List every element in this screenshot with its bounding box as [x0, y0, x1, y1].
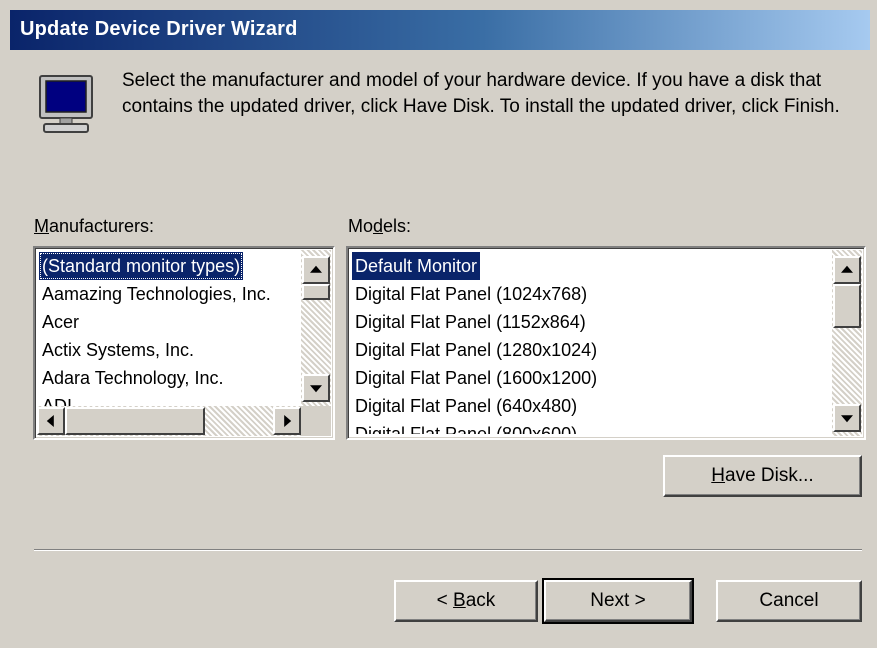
scroll-thumb[interactable]	[833, 284, 861, 328]
manufacturer-item[interactable]: Aamazing Technologies, Inc.	[39, 280, 301, 308]
model-item[interactable]: Digital Flat Panel (1280x1024)	[352, 336, 828, 364]
model-item[interactable]: Default Monitor	[352, 252, 481, 280]
arrow-left-icon	[46, 415, 54, 427]
models-list[interactable]: Default Monitor Digital Flat Panel (1024…	[346, 246, 866, 440]
scrollbar-corner	[301, 406, 331, 436]
title-bar[interactable]: Update Device Driver Wizard	[10, 10, 870, 50]
scroll-up-button[interactable]	[302, 256, 330, 284]
separator	[34, 549, 862, 551]
manufacturer-item[interactable]: (Standard monitor types)	[39, 252, 244, 280]
models-vscrollbar[interactable]	[832, 250, 862, 436]
scroll-thumb[interactable]	[65, 407, 205, 435]
manufacturers-label: Manufacturers:	[34, 216, 155, 236]
model-item[interactable]: Digital Flat Panel (640x480)	[352, 392, 828, 420]
manufacturers-list[interactable]: (Standard monitor types) Aamazing Techno…	[33, 246, 335, 440]
arrow-right-icon	[284, 415, 292, 427]
scroll-down-button[interactable]	[302, 374, 330, 402]
model-item[interactable]: Digital Flat Panel (800x600)	[352, 420, 828, 434]
models-label: Models:	[348, 216, 412, 236]
instructions-text: Select the manufacturer and model of you…	[122, 70, 840, 117]
cancel-button[interactable]: Cancel	[716, 580, 862, 622]
back-button[interactable]: < Back	[394, 580, 538, 622]
manufacturer-item[interactable]: ADI	[39, 392, 301, 406]
scroll-up-button[interactable]	[833, 256, 861, 284]
update-driver-dialog: Update Device Driver Wizard Select the m…	[0, 0, 877, 648]
model-item[interactable]: Digital Flat Panel (1024x768)	[352, 280, 828, 308]
arrow-down-icon	[841, 415, 853, 423]
arrow-down-icon	[310, 385, 322, 393]
scroll-right-button[interactable]	[273, 407, 301, 435]
manufacturers-vscrollbar[interactable]	[301, 250, 331, 406]
arrow-up-icon	[310, 265, 322, 273]
have-disk-button[interactable]: Have Disk...	[663, 455, 862, 497]
scroll-down-button[interactable]	[833, 404, 861, 432]
model-item[interactable]: Digital Flat Panel (1600x1200)	[352, 364, 828, 392]
window-title: Update Device Driver Wizard	[20, 18, 298, 40]
next-button[interactable]: Next >	[542, 578, 694, 624]
model-item[interactable]: Digital Flat Panel (1152x864)	[352, 308, 828, 336]
scroll-left-button[interactable]	[37, 407, 65, 435]
manufacturers-hscrollbar[interactable]	[37, 406, 301, 436]
manufacturer-item[interactable]: Actix Systems, Inc.	[39, 336, 301, 364]
arrow-up-icon	[841, 265, 853, 273]
manufacturer-item[interactable]: Adara Technology, Inc.	[39, 364, 301, 392]
manufacturer-item[interactable]: Acer	[39, 308, 301, 336]
monitor-icon	[39, 75, 93, 133]
scroll-thumb[interactable]	[302, 284, 330, 300]
